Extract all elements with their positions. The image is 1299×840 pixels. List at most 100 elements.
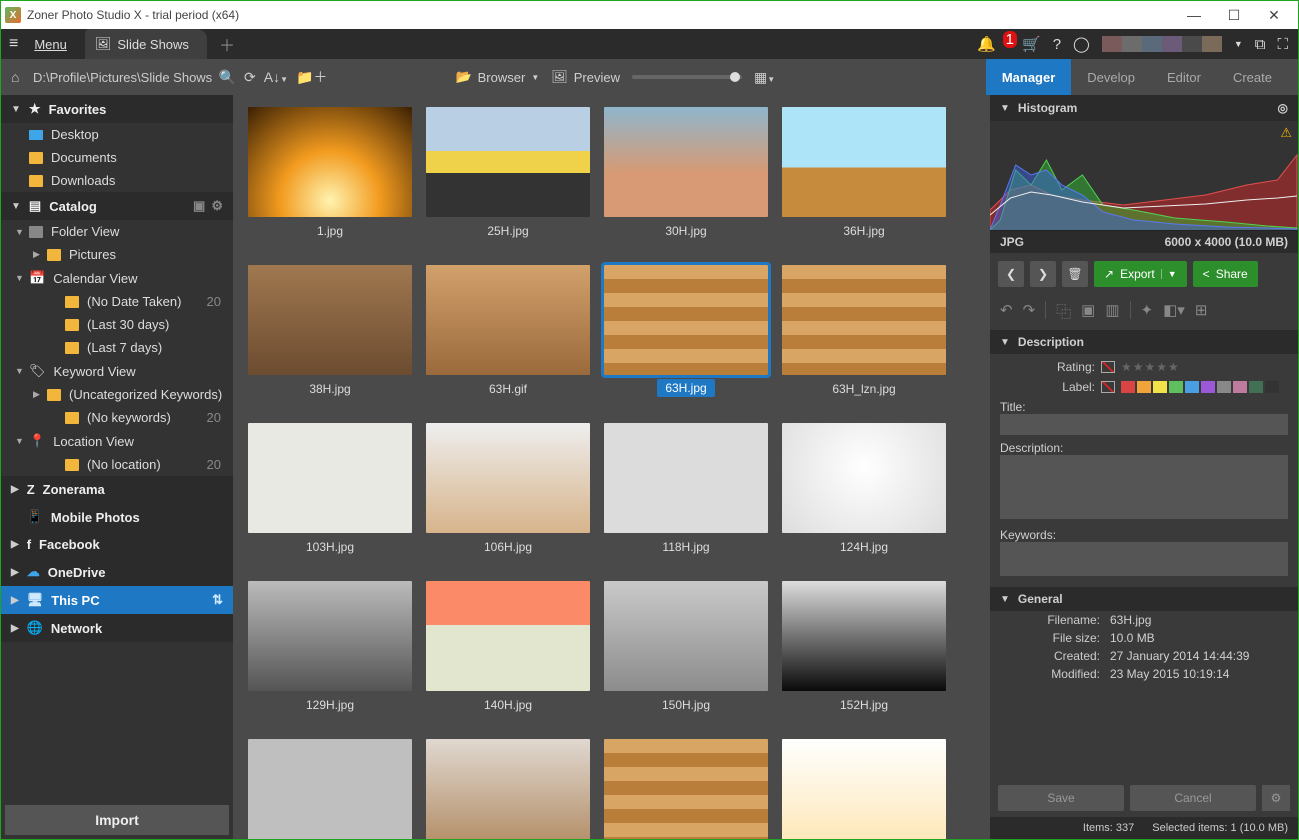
- layers-icon[interactable]: ▣: [1081, 301, 1095, 322]
- mode-editor[interactable]: Editor: [1151, 59, 1217, 95]
- workspace-tab[interactable]: 🖼 Slide Shows: [85, 29, 207, 59]
- stack-icon[interactable]: ▥: [1105, 301, 1119, 322]
- label-swatch[interactable]: [1249, 381, 1263, 393]
- prev-button[interactable]: ❮: [998, 261, 1024, 287]
- copy-icon[interactable]: ⿻: [1056, 301, 1071, 322]
- label-swatch[interactable]: [1169, 381, 1183, 393]
- dropdown-icon[interactable]: ▼: [1234, 39, 1243, 49]
- thumb-size-slider[interactable]: [632, 75, 742, 79]
- mode-create[interactable]: Create: [1217, 59, 1288, 95]
- add-panel-icon[interactable]: ⊞: [1195, 301, 1208, 322]
- thumbnail[interactable]: 25H.jpg: [419, 103, 597, 261]
- label-swatches[interactable]: [1121, 381, 1279, 393]
- section-network[interactable]: ▶🌐Network: [1, 614, 233, 642]
- label-swatch[interactable]: [1153, 381, 1167, 393]
- refresh-icon[interactable]: ⟳: [244, 69, 256, 86]
- section-mobile[interactable]: ▶📱Mobile Photos: [1, 503, 233, 531]
- mode-manager[interactable]: Manager: [986, 59, 1071, 95]
- catalog-calendar-view[interactable]: ▼📅Calendar View: [1, 266, 233, 290]
- star-rating[interactable]: ★★★★★: [1121, 360, 1180, 374]
- minimize-button[interactable]: —: [1174, 1, 1214, 29]
- thumbnail[interactable]: [597, 735, 775, 839]
- section-favorites[interactable]: ▼ ★ Favorites: [1, 95, 233, 123]
- gallery[interactable]: 1.jpg25H.jpg30H.jpg36H.jpg 38H.jpg63H.gif…: [233, 95, 990, 839]
- magic-icon[interactable]: ✦: [1141, 301, 1154, 322]
- thumbnail[interactable]: 30H.jpg: [597, 103, 775, 261]
- thumbnail[interactable]: [419, 735, 597, 839]
- description-input[interactable]: [1000, 455, 1288, 519]
- title-input[interactable]: [1000, 414, 1288, 435]
- next-button[interactable]: ❯: [1030, 261, 1056, 287]
- thumbnail[interactable]: 124H.jpg: [775, 419, 953, 577]
- section-thispc[interactable]: ▶🖥This PC⇅: [1, 586, 233, 614]
- path-root-icon[interactable]: ⌂: [11, 69, 29, 85]
- catalog-folder-view[interactable]: ▼Folder View: [1, 220, 233, 243]
- share-button[interactable]: <Share: [1193, 261, 1258, 287]
- label-swatch[interactable]: [1233, 381, 1247, 393]
- section-catalog[interactable]: ▼ ▤ Catalog ▣⚙: [1, 192, 233, 220]
- label-swatch[interactable]: [1201, 381, 1215, 393]
- thumbnail[interactable]: 63H.gif: [419, 261, 597, 419]
- thumbnail[interactable]: [241, 735, 419, 839]
- kw-uncategorized[interactable]: ▶(Uncategorized Keywords): [1, 383, 233, 406]
- thumbnail[interactable]: 118H.jpg: [597, 419, 775, 577]
- thumbnail[interactable]: 140H.jpg: [419, 577, 597, 735]
- filter-icon[interactable]: ◧▾: [1163, 301, 1185, 322]
- mode-develop[interactable]: Develop: [1071, 59, 1151, 95]
- thumbnail[interactable]: 63H.jpg: [597, 261, 775, 419]
- catalog-pictures[interactable]: ▶Pictures: [1, 243, 233, 266]
- no-rating-icon[interactable]: [1101, 361, 1115, 373]
- section-zonerama[interactable]: ▶ZZonerama: [1, 476, 233, 503]
- delete-button[interactable]: 🗑: [1062, 261, 1088, 287]
- gear-icon[interactable]: ⚙: [211, 198, 223, 214]
- thumbnail[interactable]: 103H.jpg: [241, 419, 419, 577]
- account-icon[interactable]: ◯: [1073, 35, 1090, 53]
- no-label-icon[interactable]: [1101, 381, 1115, 393]
- close-button[interactable]: ✕: [1254, 1, 1294, 29]
- window-popup-icon[interactable]: ⧉: [1255, 36, 1266, 53]
- rotate-left-icon[interactable]: ↶: [1000, 301, 1013, 322]
- target-icon[interactable]: ◎: [1278, 101, 1288, 115]
- import-button[interactable]: Import: [5, 805, 229, 835]
- export-button[interactable]: ↗Export▼: [1094, 261, 1187, 287]
- histogram-header[interactable]: ▼ Histogram ◎: [990, 95, 1298, 121]
- chevron-down-icon[interactable]: ▼: [1161, 269, 1177, 279]
- save-button[interactable]: Save: [998, 785, 1124, 811]
- path-input[interactable]: [29, 68, 219, 87]
- help-icon[interactable]: ?: [1053, 36, 1061, 53]
- thumbnail[interactable]: 1.jpg: [241, 103, 419, 261]
- section-facebook[interactable]: ▶fFacebook: [1, 531, 233, 558]
- new-folder-icon[interactable]: 📁＋: [296, 67, 327, 87]
- calendar-last7[interactable]: (Last 7 days): [1, 336, 233, 359]
- thumbnail[interactable]: 63H_lzn.jpg: [775, 261, 953, 419]
- settings-button[interactable]: ⚙: [1262, 785, 1290, 811]
- calendar-no-date[interactable]: (No Date Taken)20: [1, 290, 233, 313]
- loc-none[interactable]: (No location)20: [1, 453, 233, 476]
- sort-icon[interactable]: A↓▼: [264, 69, 288, 85]
- add-tab-button[interactable]: ＋: [219, 32, 235, 56]
- calendar-last30[interactable]: (Last 30 days): [1, 313, 233, 336]
- browser-mode-button[interactable]: 📂 Browser ▼: [455, 69, 539, 85]
- hamburger-icon[interactable]: ≡: [1, 35, 26, 53]
- general-header[interactable]: ▼ General: [990, 587, 1298, 611]
- catalog-location-view[interactable]: ▼📍Location View: [1, 429, 233, 453]
- thumbnail[interactable]: 150H.jpg: [597, 577, 775, 735]
- fav-documents[interactable]: Documents: [1, 146, 233, 169]
- thumbnail[interactable]: 38H.jpg: [241, 261, 419, 419]
- thumbnail[interactable]: 129H.jpg: [241, 577, 419, 735]
- notifications-icon[interactable]: 🔔1: [977, 35, 1010, 53]
- grid-view-icon[interactable]: ▦▼: [754, 69, 775, 86]
- search-icon[interactable]: 🔍: [219, 69, 236, 86]
- maximize-button[interactable]: ☐: [1214, 1, 1254, 29]
- thumbnail[interactable]: 106H.jpg: [419, 419, 597, 577]
- cart-icon[interactable]: 🛒: [1022, 35, 1041, 53]
- fav-desktop[interactable]: Desktop: [1, 123, 233, 146]
- add-folder-icon[interactable]: ▣: [193, 198, 205, 214]
- thumbnail[interactable]: 36H.jpg: [775, 103, 953, 261]
- section-onedrive[interactable]: ▶☁OneDrive: [1, 558, 233, 586]
- label-swatch[interactable]: [1137, 381, 1151, 393]
- kw-none[interactable]: (No keywords)20: [1, 406, 233, 429]
- menu-button[interactable]: Menu: [26, 37, 75, 52]
- thumbnail[interactable]: 152H.jpg: [775, 577, 953, 735]
- thumbnail[interactable]: [775, 735, 953, 839]
